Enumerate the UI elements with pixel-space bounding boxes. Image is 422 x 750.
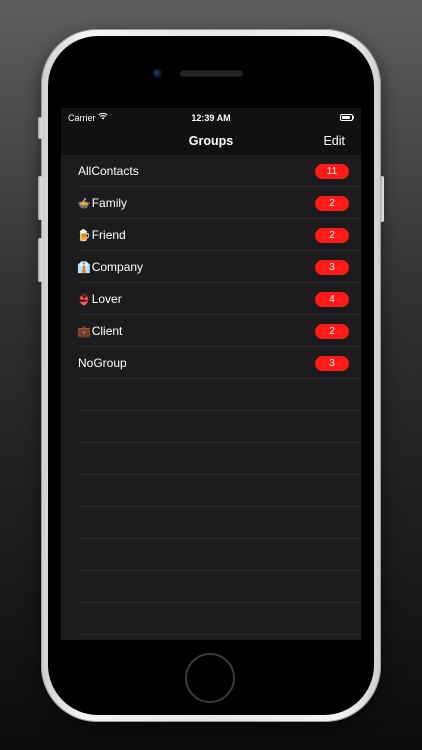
group-row-friend[interactable]: 🍺Friend 2 [61, 219, 361, 250]
empty-row-separator [77, 474, 361, 475]
battery-icon [340, 114, 353, 121]
group-row-family[interactable]: 🍲Family 2 [61, 187, 361, 218]
status-time: 12:39 AM [191, 113, 231, 123]
empty-row-separator [77, 602, 361, 603]
group-label: 👔Company [77, 260, 143, 274]
group-count-badge: 2 [315, 196, 349, 211]
edit-button[interactable]: Edit [323, 134, 345, 148]
group-label: AllContacts [77, 164, 139, 178]
group-label: 💼Client [77, 324, 122, 338]
group-count-badge: 3 [315, 356, 349, 371]
shirt-tie-icon: 👔 [77, 262, 91, 274]
groups-list: AllContacts 11 🍲Family 2 🍺Friend 2 👔Comp… [61, 155, 361, 640]
beer-mug-icon: 🍺 [77, 230, 91, 242]
volume-down-button [38, 238, 42, 282]
power-button [380, 176, 384, 222]
empty-row-separator [77, 570, 361, 571]
group-row-allcontacts[interactable]: AllContacts 11 [61, 155, 361, 186]
group-name: Family [91, 196, 128, 210]
group-count-badge: 2 [315, 228, 349, 243]
navigation-bar: Groups Edit [61, 128, 361, 154]
volume-up-button [38, 176, 42, 220]
group-row-lover[interactable]: 👙Lover 4 [61, 283, 361, 314]
group-name: Client [91, 324, 123, 338]
group-row-company[interactable]: 👔Company 3 [61, 251, 361, 282]
empty-row-separator [77, 506, 361, 507]
group-label: 🍲Family [77, 196, 127, 210]
group-count-badge: 2 [315, 324, 349, 339]
home-button[interactable] [185, 653, 235, 703]
group-count-badge: 11 [315, 164, 349, 179]
empty-row-separator [77, 538, 361, 539]
silent-switch [38, 117, 42, 139]
group-label: 👙Lover [77, 292, 122, 306]
group-name: Lover [91, 292, 122, 306]
food-bowl-icon: 🍲 [77, 198, 91, 210]
group-row-nogroup[interactable]: NoGroup 3 [61, 347, 361, 378]
empty-row-separator [77, 410, 361, 411]
group-label: NoGroup [77, 356, 127, 370]
page-title: Groups [188, 134, 234, 148]
group-row-client[interactable]: 💼Client 2 [61, 315, 361, 346]
group-count-badge: 3 [315, 260, 349, 275]
group-name: Friend [91, 228, 126, 242]
app-screen: Carrier 12:39 AM Groups Edit AllContacts… [61, 108, 361, 640]
status-bar: Carrier 12:39 AM [61, 108, 361, 128]
empty-row-separator [77, 634, 361, 635]
group-label: 🍺Friend [77, 228, 126, 242]
battery-nub [353, 116, 354, 119]
group-name: NoGroup [78, 356, 127, 370]
bikini-icon: 👙 [77, 294, 91, 306]
earpiece-speaker [180, 70, 243, 77]
row-separator [77, 378, 361, 379]
briefcase-icon: 💼 [77, 326, 91, 338]
empty-row-separator [77, 442, 361, 443]
front-camera-icon [153, 69, 162, 78]
group-name: Company [91, 260, 144, 274]
group-name: AllContacts [78, 164, 139, 178]
group-count-badge: 4 [315, 292, 349, 307]
